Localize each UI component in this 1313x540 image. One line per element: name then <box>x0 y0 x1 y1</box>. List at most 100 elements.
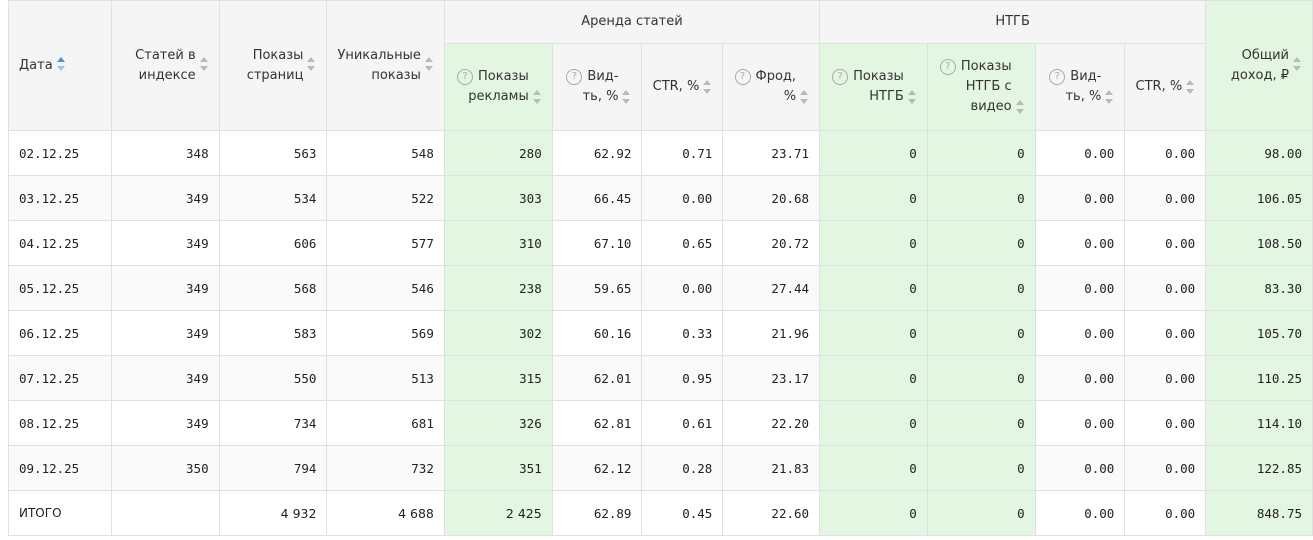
column-header-ntgb-video[interactable]: ? Показы НТГБ с видео <box>926 43 1036 131</box>
cell-articles: 349 <box>110 400 220 446</box>
cell-ntgb-ctr: 0.00 <box>1124 265 1207 311</box>
cell-ntgb-visibility: 0.00 <box>1034 130 1126 176</box>
cell-ntgb-ctr: 0.00 <box>1124 175 1207 221</box>
cell-unique: 569 <box>326 310 445 356</box>
column-header-ad-views[interactable]: ? Показы рекламы <box>443 43 553 131</box>
help-icon[interactable]: ? <box>1049 68 1066 85</box>
help-icon[interactable]: ? <box>734 68 751 85</box>
cell-articles: 349 <box>110 175 220 221</box>
cell-ctr: 0.61 <box>641 400 724 446</box>
sort-icon[interactable] <box>800 90 809 104</box>
sort-icon[interactable] <box>307 57 316 71</box>
cell-ntgb-ctr: 0.00 <box>1124 310 1207 356</box>
cell-ad-views: 238 <box>443 265 553 311</box>
table-row: 09.12.25 350 794 732 351 62.12 0.28 21.83 0 0 0.00… <box>8 445 1313 491</box>
help-icon[interactable]: ? <box>566 68 583 85</box>
cell-ad-views: 310 <box>443 220 553 266</box>
column-header-pageviews[interactable]: Показы страниц <box>218 0 328 131</box>
cell-ntgb-ctr: 0.00 <box>1124 355 1207 401</box>
cell-ad-views: 302 <box>443 310 553 356</box>
stats-table: Дата Статей в индексе Показы страниц Уни… <box>8 0 1313 536</box>
cell-fraud: 21.96 <box>722 310 821 356</box>
column-header-fraud[interactable]: ? Фрод, % <box>722 43 821 131</box>
total-unique: 4 688 <box>326 490 445 536</box>
cell-articles: 350 <box>110 445 220 491</box>
cell-ntgb-visibility: 0.00 <box>1034 310 1126 356</box>
cell-ntgb-video: 0 <box>926 445 1036 491</box>
cell-ntgb-visibility: 0.00 <box>1034 445 1126 491</box>
total-ntgb-views: 0 <box>819 490 928 536</box>
column-header-articles[interactable]: Статей в индексе <box>110 0 220 131</box>
cell-pageviews: 534 <box>218 175 328 221</box>
cell-visibility: 62.12 <box>551 445 643 491</box>
total-fraud: 22.60 <box>722 490 821 536</box>
sort-icon[interactable] <box>199 57 209 71</box>
cell-pageviews: 550 <box>218 355 328 401</box>
help-icon[interactable]: ? <box>939 58 956 75</box>
column-header-ntgb-views[interactable]: ? Показы НТГБ <box>819 43 928 131</box>
cell-visibility: 60.16 <box>551 310 643 356</box>
column-header-ntgb-ctr[interactable]: CTR, % <box>1124 43 1207 131</box>
cell-ctr: 0.00 <box>641 175 724 221</box>
cell-ntgb-views: 0 <box>819 310 928 356</box>
cell-unique: 681 <box>326 400 445 446</box>
column-header-ntgb-visibility[interactable]: ? Вид-ть, % <box>1034 43 1126 131</box>
cell-ntgb-ctr: 0.00 <box>1124 130 1207 176</box>
cell-ctr: 0.95 <box>641 355 724 401</box>
sort-icon[interactable] <box>56 57 66 71</box>
sort-icon[interactable] <box>532 90 542 104</box>
cell-income: 106.05 <box>1205 175 1313 221</box>
cell-pageviews: 794 <box>218 445 328 491</box>
sort-icon[interactable] <box>1015 100 1025 114</box>
cell-visibility: 62.01 <box>551 355 643 401</box>
cell-ntgb-video: 0 <box>926 310 1036 356</box>
sort-icon[interactable] <box>1186 80 1195 94</box>
cell-pageviews: 568 <box>218 265 328 311</box>
cell-fraud: 20.68 <box>722 175 821 221</box>
column-header-visibility-label: Вид-ть, % <box>582 69 619 104</box>
column-header-unique[interactable]: Уникальные показы <box>326 0 445 131</box>
cell-income: 122.85 <box>1205 445 1313 491</box>
column-header-date[interactable]: Дата <box>8 0 112 131</box>
cell-ad-views: 315 <box>443 355 553 401</box>
sort-icon[interactable] <box>622 90 631 104</box>
group-header-rent: Аренда статей <box>443 0 821 44</box>
cell-ctr: 0.71 <box>641 130 724 176</box>
sort-icon[interactable] <box>703 80 712 94</box>
cell-income: 83.30 <box>1205 265 1313 311</box>
sort-icon[interactable] <box>1293 57 1302 71</box>
column-header-articles-label: Статей в индексе <box>135 47 196 83</box>
stats-table-container: Дата Статей в индексе Показы страниц Уни… <box>0 0 1313 540</box>
cell-ntgb-views: 0 <box>819 445 928 491</box>
help-icon[interactable]: ? <box>456 68 473 85</box>
sort-icon[interactable] <box>424 57 434 71</box>
column-header-pageviews-label: Показы страниц <box>246 47 304 83</box>
table-row: 08.12.25 349 734 681 326 62.81 0.61 22.20 0 0 0.00… <box>8 400 1313 446</box>
cell-ntgb-video: 0 <box>926 400 1036 446</box>
cell-pageviews: 606 <box>218 220 328 266</box>
cell-income: 108.50 <box>1205 220 1313 266</box>
cell-visibility: 62.81 <box>551 400 643 446</box>
column-header-unique-label: Уникальные показы <box>337 47 421 83</box>
column-header-income[interactable]: Общий доход, ₽ <box>1205 0 1313 131</box>
cell-ntgb-views: 0 <box>819 400 928 446</box>
cell-unique: 732 <box>326 445 445 491</box>
cell-ntgb-visibility: 0.00 <box>1034 355 1126 401</box>
sort-icon[interactable] <box>907 90 917 104</box>
column-header-ctr[interactable]: CTR, % <box>641 43 724 131</box>
cell-ntgb-ctr: 0.00 <box>1124 220 1207 266</box>
cell-ntgb-views: 0 <box>819 175 928 221</box>
total-label: ИТОГО <box>8 490 112 536</box>
sort-icon[interactable] <box>1105 90 1114 104</box>
cell-income: 105.70 <box>1205 310 1313 356</box>
total-ad-views: 2 425 <box>443 490 553 536</box>
cell-date: 08.12.25 <box>8 400 112 446</box>
column-header-ntgb-video-label: Показы НТГБ с видео <box>960 59 1012 114</box>
cell-ntgb-visibility: 0.00 <box>1034 400 1126 446</box>
column-header-visibility[interactable]: ? Вид-ть, % <box>551 43 643 131</box>
help-icon[interactable]: ? <box>832 68 849 85</box>
cell-ntgb-views: 0 <box>819 220 928 266</box>
cell-ntgb-ctr: 0.00 <box>1124 400 1207 446</box>
cell-articles: 349 <box>110 310 220 356</box>
cell-ad-views: 326 <box>443 400 553 446</box>
